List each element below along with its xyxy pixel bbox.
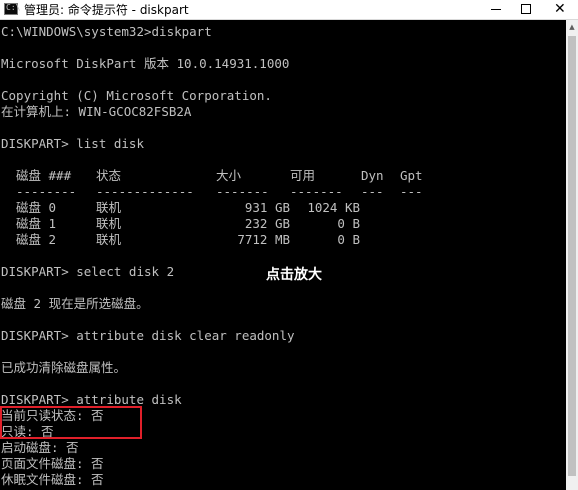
disk-name: 磁盘 1	[16, 216, 57, 231]
separator-gpt: ---	[400, 184, 423, 199]
scrollbar-thumb[interactable]	[568, 36, 576, 476]
separator-free: -------	[290, 184, 343, 199]
readonly-highlight-box	[0, 406, 142, 439]
console-output[interactable]: C:\WINDOWS\system32>diskpart Microsoft D…	[0, 20, 566, 490]
disk-size: 232 GB	[244, 216, 290, 231]
table-row: 磁盘 1 联机 232 GB 0 B	[1, 216, 360, 232]
column-header-free: 可用	[290, 168, 316, 183]
disk-status: 联机	[96, 216, 122, 231]
column-header-gpt: Gpt	[400, 168, 423, 183]
disk-free: 0 B	[337, 216, 360, 231]
disk-status: 联机	[96, 200, 122, 215]
separator-status: -------------	[96, 184, 194, 199]
disk-size: 931 GB	[244, 200, 290, 215]
console-line-computer: 在计算机上: WIN-GCOC82FSB2A	[1, 104, 192, 119]
disk-table-header: 磁盘 ### 状态 大小 可用 Dyn Gpt	[1, 168, 423, 184]
minimize-button[interactable]	[481, 0, 511, 19]
disk-table-separator: -------- ------------- ------- ------- -…	[1, 184, 423, 200]
console-line-cmd-select-disk: DISKPART> select disk 2	[1, 264, 175, 279]
separator-dyn: ---	[361, 184, 384, 199]
vertical-scrollbar[interactable]: ▲	[566, 20, 578, 490]
disk-name: 磁盘 2	[16, 232, 57, 247]
column-header-disk: 磁盘 ###	[16, 168, 72, 183]
console-line-boot-disk: 启动磁盘: 否	[1, 440, 79, 455]
separator-size: -------	[216, 184, 269, 199]
minimize-icon	[491, 9, 501, 10]
console-line-version: Microsoft DiskPart 版本 10.0.14931.1000	[1, 56, 290, 71]
close-icon: ✕	[554, 1, 566, 17]
console-line-disk-selected: 磁盘 2 现在是所选磁盘。	[1, 296, 149, 311]
disk-status: 联机	[96, 232, 122, 247]
console-line-pagefile-disk: 页面文件磁盘: 否	[1, 456, 104, 471]
command-prompt-icon[interactable]: C:\	[4, 3, 21, 15]
disk-name: 磁盘 0	[16, 200, 57, 215]
maximize-button[interactable]	[511, 0, 541, 19]
click-to-enlarge-label[interactable]: 点击放大	[266, 266, 322, 284]
console-line-copyright: Copyright (C) Microsoft Corporation.	[1, 88, 272, 103]
column-header-dyn: Dyn	[361, 168, 384, 183]
maximize-icon	[521, 4, 531, 14]
close-button[interactable]: ✕	[545, 0, 575, 19]
console-line-cmd-diskpart: C:\WINDOWS\system32>diskpart	[1, 24, 212, 39]
disk-free: 0 B	[337, 232, 360, 247]
disk-free: 1024 KB	[307, 200, 360, 215]
disk-size: 7712 MB	[237, 232, 290, 247]
console-line-cmd-list-disk: DISKPART> list disk	[1, 136, 144, 151]
scroll-up-arrow-icon[interactable]: ▲	[566, 20, 578, 34]
column-header-size: 大小	[216, 168, 242, 183]
window-title: 管理员: 命令提示符 - diskpart	[24, 3, 189, 17]
separator-disk: --------	[16, 184, 77, 199]
column-header-status: 状态	[96, 168, 122, 183]
console-line-cmd-clear-readonly: DISKPART> attribute disk clear readonly	[1, 328, 295, 343]
title-bar[interactable]: C:\ 管理员: 命令提示符 - diskpart ✕	[0, 0, 578, 20]
icon-prompt-glyph: C:\	[6, 3, 21, 12]
table-row: 磁盘 0 联机 931 GB 1024 KB	[1, 200, 360, 216]
console-line-clear-success: 已成功清除磁盘属性。	[1, 360, 127, 375]
table-row: 磁盘 2 联机 7712 MB 0 B	[1, 232, 360, 248]
command-prompt-window: C:\ 管理员: 命令提示符 - diskpart ✕ C:\WINDOWS\s…	[0, 0, 578, 490]
console-line-hibernation-disk: 休眠文件磁盘: 否	[1, 472, 104, 487]
